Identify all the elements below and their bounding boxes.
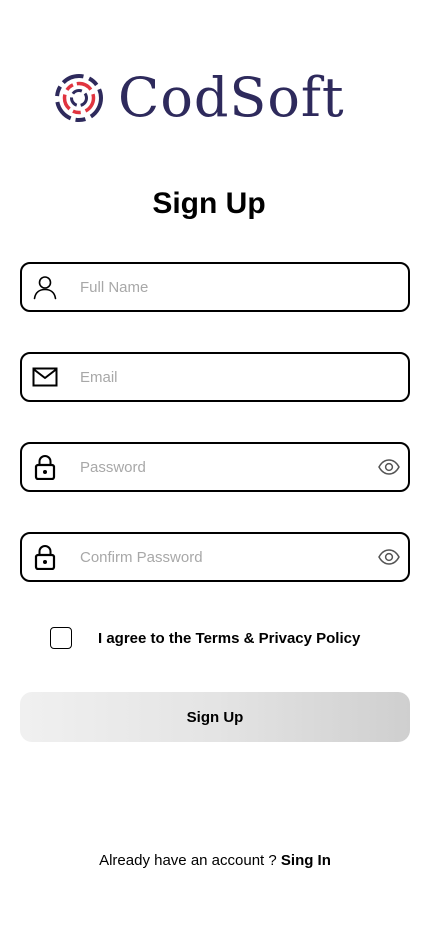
email-input[interactable] — [80, 354, 370, 400]
full-name-field[interactable] — [20, 262, 410, 312]
terms-label: I agree to the Terms & Privacy Policy — [98, 629, 361, 647]
brand-name: CodSoft — [118, 66, 345, 129]
envelope-icon — [32, 367, 58, 387]
sign-in-prompt-text: Already have an account ? — [99, 852, 281, 869]
terms-checkbox[interactable] — [50, 627, 72, 649]
email-field[interactable] — [20, 352, 410, 402]
password-field[interactable] — [20, 442, 410, 492]
eye-icon[interactable] — [378, 457, 400, 477]
confirm-password-input[interactable] — [80, 534, 370, 580]
sign-in-prompt: Already have an account ? Sing In — [0, 850, 430, 872]
user-icon — [33, 276, 57, 300]
codsoft-logo-icon — [55, 74, 103, 122]
lock-icon — [34, 454, 56, 480]
terms-agreement-row: I agree to the Terms & Privacy Policy — [50, 626, 360, 650]
brand-logo: CodSoft — [54, 68, 345, 128]
page-title: Sign Up — [152, 187, 266, 220]
password-input[interactable] — [80, 444, 370, 490]
eye-icon[interactable] — [378, 547, 400, 567]
lock-icon — [34, 544, 56, 570]
confirm-password-field[interactable] — [20, 532, 410, 582]
full-name-input[interactable] — [80, 264, 370, 310]
sign-up-button[interactable]: Sign Up — [20, 692, 410, 742]
sign-in-link[interactable]: Sing In — [281, 852, 331, 869]
